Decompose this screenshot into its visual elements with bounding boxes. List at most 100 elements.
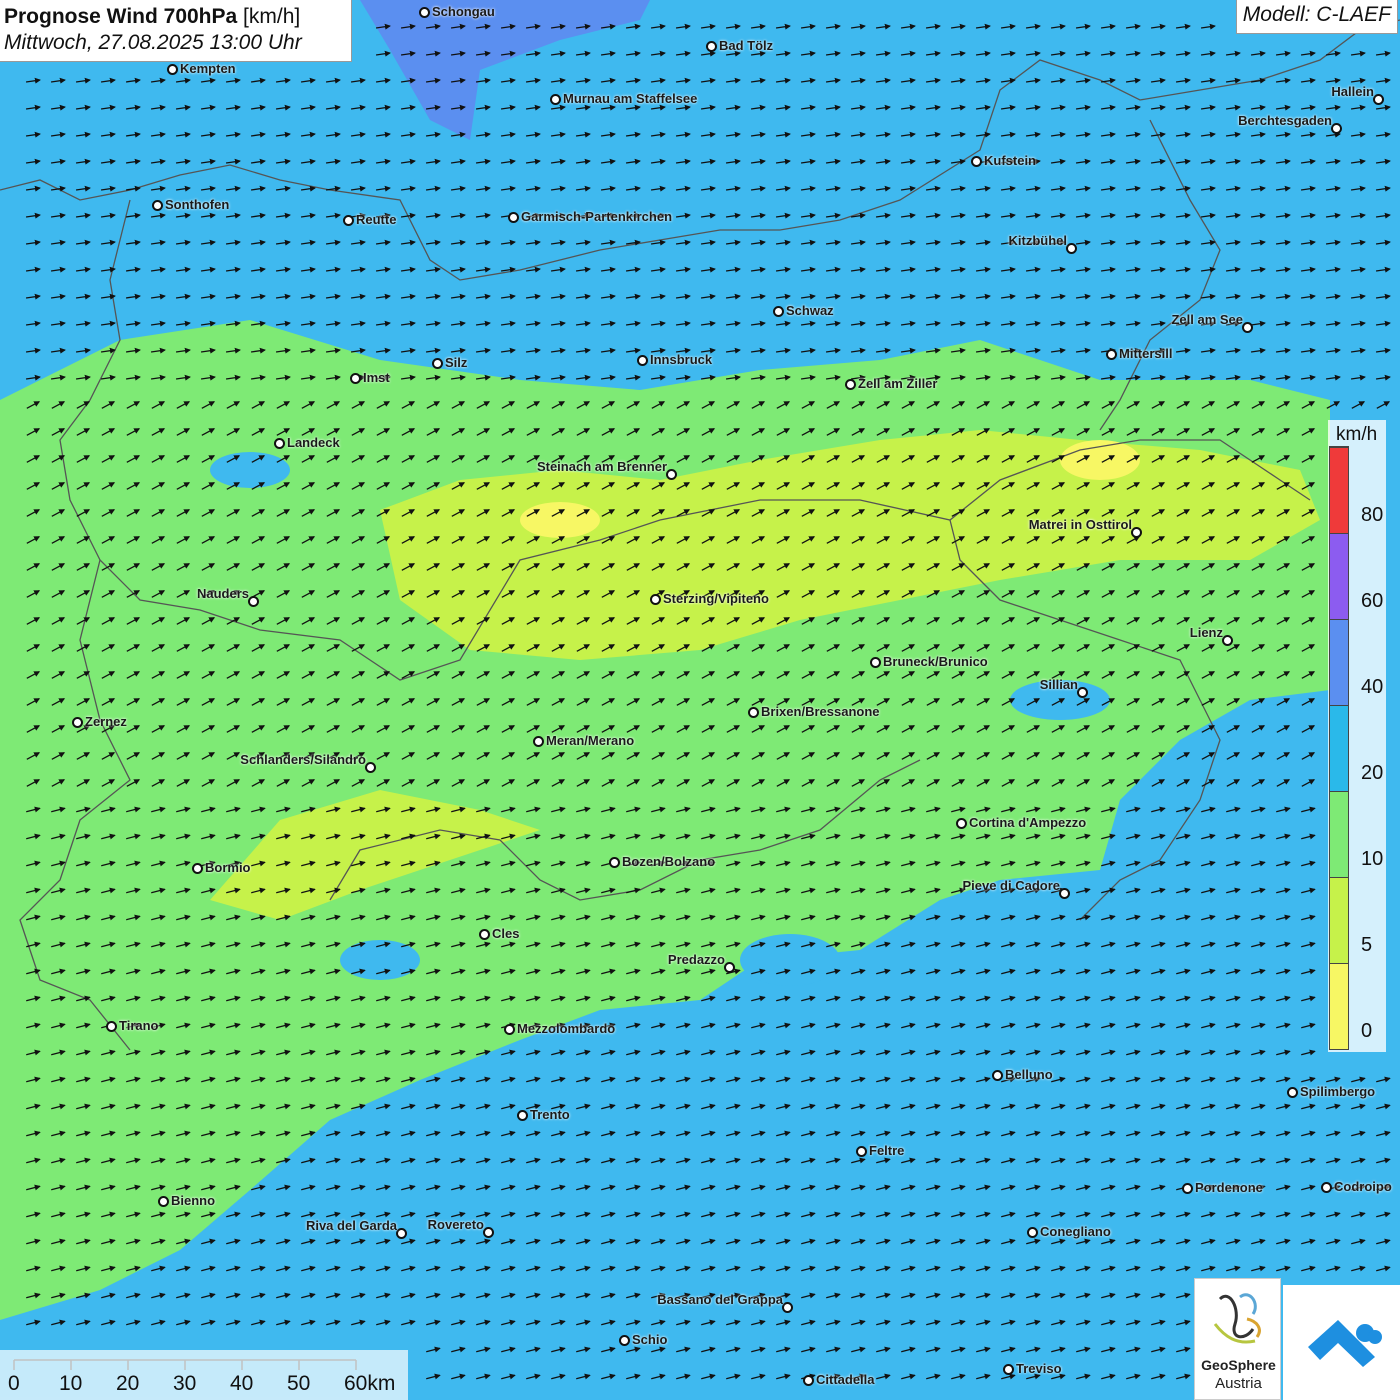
- wind-forecast-map[interactable]: Schongau Bad Tölz Kempten Murnau am Staffel…: [0, 0, 1400, 1400]
- city-marker: [483, 1227, 494, 1238]
- city-label: Hallein: [1331, 84, 1374, 99]
- legend-color-bar: [1329, 446, 1349, 1050]
- map-title-main: Prognose Wind 700hPa: [4, 5, 238, 28]
- city-marker: [609, 857, 620, 868]
- city-label: Imst: [363, 370, 390, 385]
- scale-label: 50: [287, 1372, 311, 1395]
- city-label: Cortina d'Ampezzo: [969, 815, 1087, 830]
- city-label: Schio: [632, 1332, 668, 1347]
- scale-label: 30: [173, 1372, 197, 1395]
- legend-swatch: [1330, 619, 1348, 705]
- city-marker: [803, 1375, 814, 1386]
- city-marker: [350, 373, 361, 384]
- city-marker: [845, 379, 856, 390]
- city-label: Cles: [492, 926, 520, 941]
- city-label: Reutte: [356, 212, 397, 227]
- city-marker: [1066, 243, 1077, 254]
- city-marker: [748, 707, 759, 718]
- city-marker: [1222, 635, 1233, 646]
- city-marker: [1131, 527, 1142, 538]
- scale-label: 40: [230, 1372, 254, 1395]
- city-label: Landeck: [287, 435, 340, 450]
- legend-tick-label: 40: [1361, 676, 1384, 698]
- city-marker: [773, 306, 784, 317]
- city-marker: [479, 929, 490, 940]
- city-marker: [666, 469, 677, 480]
- city-label: Pieve di Cadore: [962, 878, 1060, 893]
- city-marker: [533, 736, 544, 747]
- geosphere-swirl-icon: [1213, 1293, 1261, 1344]
- city-label: Rovereto: [427, 1217, 484, 1232]
- city-marker: [1077, 687, 1088, 698]
- city-marker: [432, 358, 443, 369]
- city-marker: [1003, 1364, 1014, 1375]
- geosphere-austria-logo: GeoSphere Austria: [1194, 1278, 1281, 1400]
- city-label: Nauders: [196, 586, 249, 601]
- wind-20-40-patch: [740, 934, 840, 986]
- city-marker: [158, 1196, 169, 1207]
- geosphere-country: Austria: [1215, 1375, 1262, 1392]
- city-label: Zell am See: [1171, 312, 1243, 327]
- city-marker: [956, 818, 967, 829]
- city-label: Brixen/Bressanone: [761, 704, 880, 719]
- map-title-unit: [km/h]: [243, 5, 301, 28]
- city-marker: [992, 1070, 1003, 1081]
- wind-0-5-zone: [1060, 440, 1140, 480]
- wind-0-5-zone: [520, 502, 600, 538]
- city-label: Bassano del Grappa: [657, 1292, 783, 1307]
- city-label: Bienno: [171, 1193, 216, 1208]
- forecast-datetime: Mittwoch, 27.08.2025 13:00 Uhr: [4, 31, 302, 54]
- model-label: Modell: C-LAEF: [1235, 0, 1398, 34]
- city-label: Kempten: [180, 61, 236, 76]
- city-marker: [517, 1110, 528, 1121]
- city-label: Belluno: [1005, 1067, 1053, 1082]
- city-marker: [1027, 1227, 1038, 1238]
- city-label: Feltre: [869, 1143, 905, 1158]
- cloud-arrow-icon: [1308, 1320, 1382, 1367]
- city-label: Riva del Garda: [305, 1218, 397, 1233]
- city-marker: [504, 1024, 515, 1035]
- legend-swatch: [1330, 533, 1348, 619]
- city-marker: [1331, 123, 1342, 134]
- city-label: Bad Tölz: [719, 38, 774, 53]
- city-marker: [650, 594, 661, 605]
- city-marker: [106, 1021, 117, 1032]
- city-marker: [396, 1228, 407, 1239]
- city-label: Berchtesgaden: [1238, 113, 1332, 128]
- weather-app-logo: [1283, 1285, 1400, 1400]
- city-label: Innsbruck: [650, 352, 713, 367]
- city-marker: [870, 657, 881, 668]
- city-marker: [167, 64, 178, 75]
- city-label: Kitzbühel: [1008, 233, 1068, 248]
- city-label: Schwaz: [786, 303, 834, 318]
- city-label: Trento: [530, 1107, 570, 1122]
- city-label: Murnau am Staffelsee: [563, 91, 698, 106]
- city-label: Kufstein: [984, 153, 1036, 168]
- city-marker: [856, 1146, 867, 1157]
- city-label: Matrei in Osttirol: [1028, 517, 1132, 532]
- legend-tick-label: 60: [1361, 590, 1384, 612]
- city-marker: [274, 438, 285, 449]
- legend-swatch: [1330, 791, 1348, 877]
- city-marker: [619, 1335, 630, 1346]
- legend-swatch: [1330, 963, 1348, 1049]
- geosphere-name: GeoSphere: [1201, 1357, 1276, 1373]
- legend-swatch: [1330, 877, 1348, 963]
- scale-label: 20: [116, 1372, 140, 1395]
- scale-label: 0: [8, 1372, 20, 1395]
- city-label: Mittersill: [1119, 346, 1173, 361]
- city-marker: [1106, 349, 1117, 360]
- city-label: Zernez: [85, 714, 127, 729]
- city-label: Bruneck/Brunico: [883, 654, 988, 669]
- legend-tick-label: 0: [1361, 1020, 1373, 1042]
- city-label: Steinach am Brenner: [536, 459, 667, 474]
- city-marker: [1287, 1087, 1298, 1098]
- city-label: Treviso: [1016, 1361, 1062, 1376]
- city-marker: [248, 596, 259, 607]
- city-marker: [365, 762, 376, 773]
- color-legend: km/h 0 5 10 20 40 60 80: [1328, 420, 1386, 1052]
- scale-label: 60km: [344, 1372, 396, 1395]
- city-marker: [1182, 1183, 1193, 1194]
- scale-label: 10: [59, 1372, 83, 1395]
- wind-20-40-patch: [210, 452, 290, 488]
